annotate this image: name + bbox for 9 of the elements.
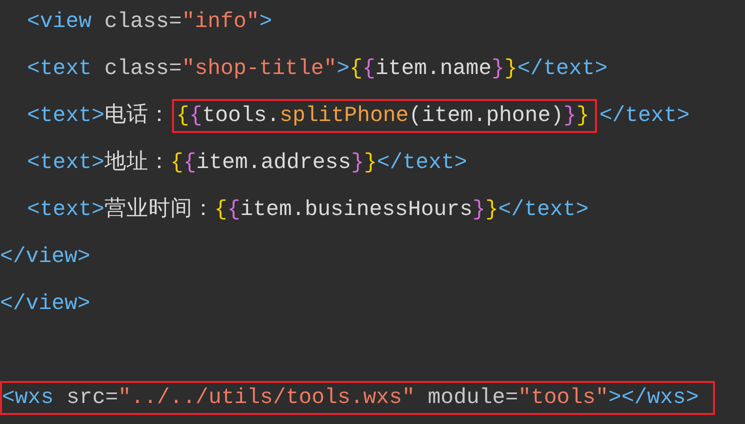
code-text: <text>电话： <box>27 102 170 130</box>
code-line: </view> <box>0 244 90 270</box>
code-line: <text>地址：{{item.address}}</text> <box>27 149 468 176</box>
code-text: </text> <box>599 102 690 130</box>
code-line: <text class="shop-title">{{item.name}}</text> <box>27 56 608 82</box>
code-line: <text>营业时间：{{item.businessHours}}</text> <box>27 196 589 224</box>
highlighted-code: {{tools.splitPhone(item.phone)}} <box>172 98 598 132</box>
code-line: </view> <box>0 290 90 318</box>
code-line: <view class="info"> <box>27 8 272 36</box>
